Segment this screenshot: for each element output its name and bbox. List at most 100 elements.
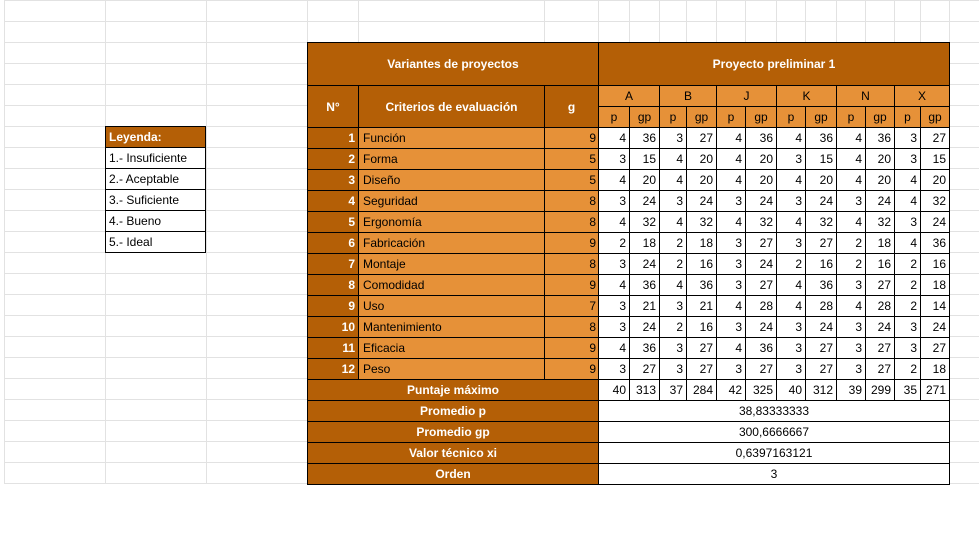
table-row: 3 Diseño 5 4 20 4 20 4 20 4 20 4 20 4 20 xyxy=(307,169,950,191)
score-p: 3 xyxy=(776,337,806,359)
legend-item: 2.- Aceptable xyxy=(105,168,206,190)
score-p: 3 xyxy=(659,295,687,317)
score-gp: 27 xyxy=(865,337,895,359)
score-p: 4 xyxy=(598,127,630,149)
score-p: 3 xyxy=(894,127,921,149)
row-number: 7 xyxy=(307,253,359,275)
score-p: 4 xyxy=(659,211,687,233)
score-gp: 36 xyxy=(920,232,950,254)
score-p: 3 xyxy=(776,358,806,380)
row-number: 3 xyxy=(307,169,359,191)
score-p: 4 xyxy=(836,295,866,317)
criterion-weight: 8 xyxy=(544,190,599,212)
score-gp: 36 xyxy=(745,127,777,149)
gp-subheader: gp xyxy=(920,106,950,128)
score-gp: 24 xyxy=(629,253,660,275)
number-column-header: N° xyxy=(307,85,359,128)
gp-subheader: gp xyxy=(865,106,895,128)
score-p: 3 xyxy=(776,232,806,254)
criterion-name: Uso xyxy=(358,295,545,317)
legend-item: 3.- Suficiente xyxy=(105,189,206,211)
score-p: 4 xyxy=(836,211,866,233)
row-number: 12 xyxy=(307,358,359,380)
score-gp: 24 xyxy=(629,190,660,212)
score-p: 3 xyxy=(894,148,921,170)
criterion-weight: 9 xyxy=(544,358,599,380)
score-gp: 36 xyxy=(686,274,717,296)
row-number: 4 xyxy=(307,190,359,212)
score-gp: 32 xyxy=(686,211,717,233)
score-gp: 15 xyxy=(920,148,950,170)
score-gp: 32 xyxy=(920,190,950,212)
score-gp: 18 xyxy=(686,232,717,254)
average-p-value: 38,83333333 xyxy=(598,400,950,422)
table-row: 1 Función 9 4 36 3 27 4 36 4 36 4 36 3 27 xyxy=(307,127,950,149)
score-p: 3 xyxy=(716,190,746,212)
criterion-name: Forma xyxy=(358,148,545,170)
score-p: 3 xyxy=(716,316,746,338)
score-gp: 24 xyxy=(805,190,837,212)
criterion-name: Eficacia xyxy=(358,337,545,359)
max-score-label: Puntaje máximo xyxy=(307,379,599,401)
max-score-p: 42 xyxy=(716,379,746,401)
max-score-p: 40 xyxy=(776,379,806,401)
criterion-name: Fabricación xyxy=(358,232,545,254)
score-gp: 18 xyxy=(920,358,950,380)
score-gp: 32 xyxy=(745,211,777,233)
score-gp: 36 xyxy=(805,127,837,149)
max-score-p: 37 xyxy=(659,379,687,401)
max-score-p: 35 xyxy=(894,379,921,401)
score-gp: 20 xyxy=(686,148,717,170)
score-p: 3 xyxy=(659,337,687,359)
variant-column-header: K xyxy=(776,85,837,107)
variant-column-header: J xyxy=(716,85,777,107)
score-gp: 15 xyxy=(629,148,660,170)
score-gp: 24 xyxy=(865,316,895,338)
criterion-name: Montaje xyxy=(358,253,545,275)
score-gp: 20 xyxy=(686,169,717,191)
score-p: 2 xyxy=(894,358,921,380)
table-row: 11 Eficacia 9 4 36 3 27 4 36 3 27 3 27 3 27 xyxy=(307,337,950,359)
max-score-gp: 312 xyxy=(805,379,837,401)
score-p: 4 xyxy=(716,211,746,233)
legend-title: Leyenda: xyxy=(105,126,206,148)
legend-item: 4.- Bueno xyxy=(105,210,206,232)
score-gp: 27 xyxy=(920,337,950,359)
score-gp: 24 xyxy=(920,211,950,233)
score-p: 4 xyxy=(776,274,806,296)
score-p: 3 xyxy=(836,316,866,338)
score-p: 3 xyxy=(836,358,866,380)
criterion-weight: 9 xyxy=(544,337,599,359)
row-number: 11 xyxy=(307,337,359,359)
criterion-weight: 7 xyxy=(544,295,599,317)
max-score-p: 40 xyxy=(598,379,630,401)
score-gp: 27 xyxy=(920,127,950,149)
score-gp: 21 xyxy=(686,295,717,317)
p-subheader: p xyxy=(716,106,746,128)
score-p: 4 xyxy=(598,274,630,296)
score-p: 2 xyxy=(894,295,921,317)
p-subheader: p xyxy=(836,106,866,128)
score-p: 2 xyxy=(659,232,687,254)
score-gp: 28 xyxy=(745,295,777,317)
evaluation-table: Variantes de proyectos Proyecto prelimina… xyxy=(307,42,950,485)
max-score-gp: 284 xyxy=(686,379,717,401)
score-p: 3 xyxy=(716,274,746,296)
average-gp-value: 300,6666667 xyxy=(598,421,950,443)
score-gp: 27 xyxy=(805,337,837,359)
table-row: 8 Comodidad 9 4 36 4 36 3 27 4 36 3 27 2 18 xyxy=(307,274,950,296)
legend-table: Leyenda: 1.- Insuficiente 2.- Aceptable 3.-… xyxy=(105,126,206,253)
score-gp: 36 xyxy=(865,127,895,149)
score-p: 4 xyxy=(776,295,806,317)
score-p: 4 xyxy=(716,169,746,191)
criterion-name: Mantenimiento xyxy=(358,316,545,338)
score-gp: 20 xyxy=(920,169,950,191)
max-score-gp: 271 xyxy=(920,379,950,401)
average-p-label: Promedio p xyxy=(307,400,599,422)
table-row: 9 Uso 7 3 21 3 21 4 28 4 28 4 28 2 14 xyxy=(307,295,950,317)
criterion-weight: 9 xyxy=(544,127,599,149)
table-row: 10 Mantenimiento 8 3 24 2 16 3 24 3 24 3 24 3 24 xyxy=(307,316,950,338)
criterion-weight: 9 xyxy=(544,232,599,254)
gp-subheader: gp xyxy=(745,106,777,128)
score-gp: 32 xyxy=(865,211,895,233)
